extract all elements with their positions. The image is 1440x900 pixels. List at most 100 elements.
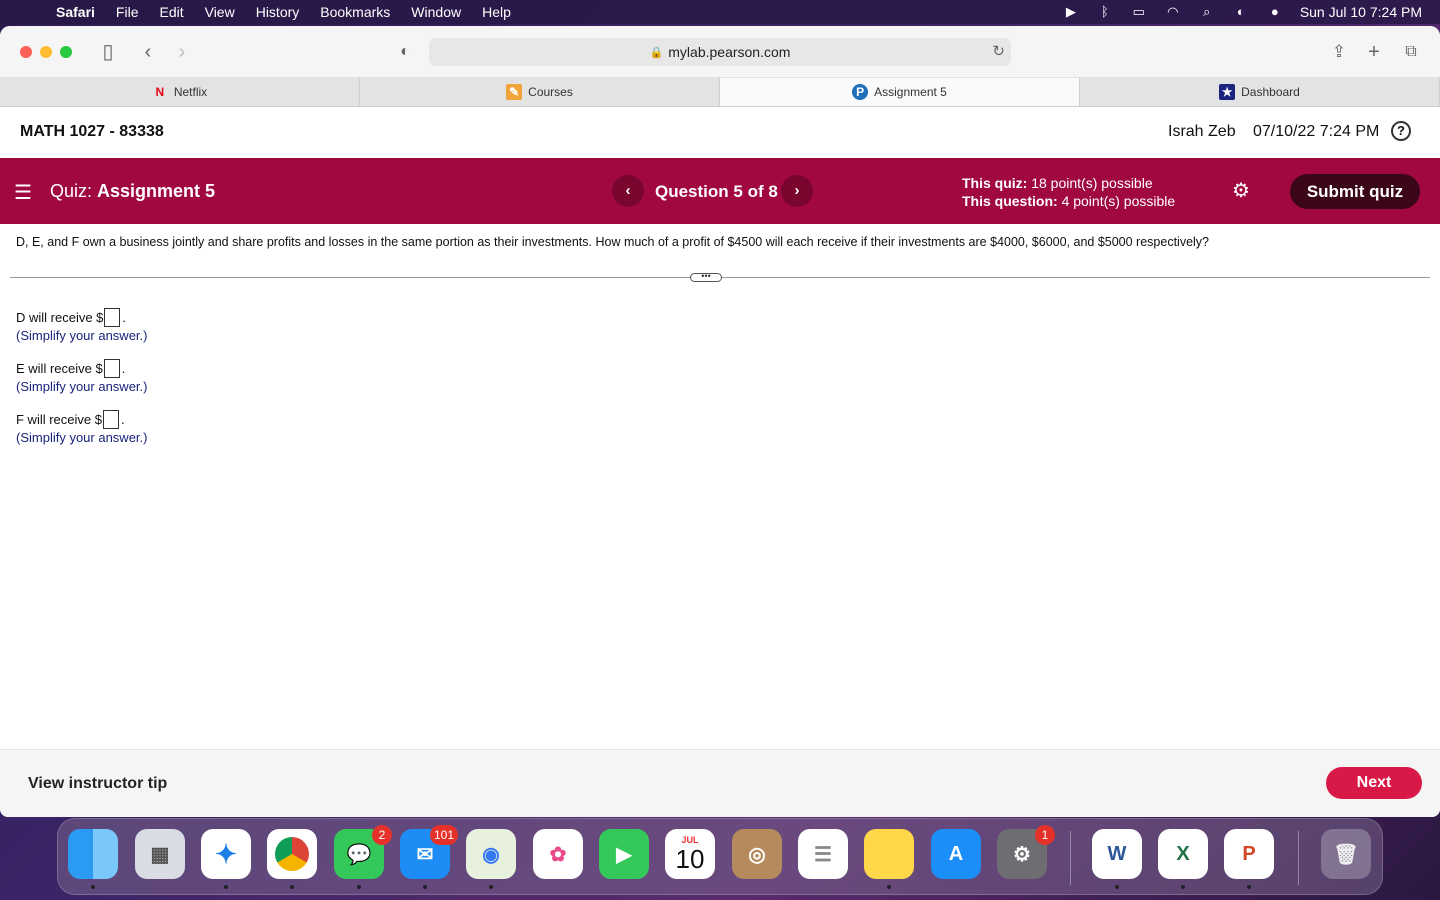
sidebar-icon[interactable]: ▯ (96, 40, 120, 64)
zoom-window-button[interactable] (60, 46, 72, 58)
divider-drag-handle[interactable]: ••• (690, 272, 722, 282)
dashboard-icon: ★ (1219, 84, 1236, 100)
mail-icon[interactable]: ✉ 101 (400, 825, 458, 889)
quiz-label: Quiz: (50, 181, 93, 201)
answer-f-suffix: . (120, 411, 125, 427)
answer-f-label: F will receive $ (16, 411, 102, 427)
help-icon[interactable]: ? (1391, 121, 1411, 141)
quiz-footer: View instructor tip Next (0, 749, 1440, 817)
netflix-icon: N (155, 85, 165, 99)
current-datetime: 07/10/22 7:24 PM (1253, 123, 1380, 140)
quiz-bar: ☰ Quiz: Assignment 5 ‹ Question 5 of 8 ›… (0, 158, 1440, 224)
forward-icon[interactable]: › (170, 40, 194, 64)
window-controls (20, 46, 72, 58)
safari-window: ▯ ‹ › ◐ 🔒 mylab.pearson.com ↻ ⇪ + ⧉ N Ne… (0, 26, 1440, 817)
answer-d-suffix: . (122, 309, 127, 325)
url-text: mylab.pearson.com (668, 44, 791, 60)
battery-icon[interactable]: ▭ (1130, 5, 1148, 19)
contacts-icon[interactable]: ◎ (732, 829, 782, 879)
question-points: 4 point(s) possible (1061, 193, 1176, 209)
tab-bar: N Netflix ✎ Courses P Assignment 5 ★ Das… (0, 78, 1440, 107)
answer-e: E will receive $. (Simplify your answer.… (16, 358, 147, 394)
minimize-window-button[interactable] (40, 46, 52, 58)
points-info: This quiz: 18 point(s) possible This que… (962, 174, 1175, 210)
back-icon[interactable]: ‹ (136, 40, 160, 64)
previous-question-button[interactable]: ‹ (612, 175, 644, 207)
reload-icon[interactable]: ↻ (992, 42, 1005, 60)
tab-courses[interactable]: ✎ Courses (360, 78, 720, 106)
app-store-icon[interactable]: A (931, 829, 981, 879)
courses-icon: ✎ (506, 84, 523, 100)
answer-f-input[interactable] (102, 409, 119, 429)
menubar-clock[interactable]: Sun Jul 10 7:24 PM (1300, 4, 1422, 20)
tab-label: Courses (528, 85, 573, 99)
hamburger-menu-icon[interactable]: ☰ (14, 180, 32, 205)
menu-bookmarks[interactable]: Bookmarks (320, 4, 390, 20)
tab-assignment-5[interactable]: P Assignment 5 (720, 78, 1080, 106)
menu-bar: Safari File Edit View History Bookmarks … (0, 0, 1440, 24)
mail-badge: 101 (429, 825, 458, 845)
browser-toolbar: ▯ ‹ › ◐ 🔒 mylab.pearson.com ↻ ⇪ + ⧉ (0, 26, 1440, 78)
question-counter: Question 5 of 8 (655, 182, 778, 201)
instructor-tip-link[interactable]: View instructor tip (28, 775, 167, 793)
settings-badge: 1 (1035, 825, 1055, 845)
quiz-points: 18 point(s) possible (1031, 175, 1153, 191)
excel-icon[interactable]: X (1158, 829, 1208, 889)
bluetooth-icon[interactable]: ᛒ (1096, 5, 1114, 19)
tab-overview-icon[interactable]: ⧉ (1399, 40, 1423, 64)
gear-icon[interactable]: ⚙ (1232, 178, 1250, 203)
safari-icon[interactable]: ✦ (201, 829, 251, 889)
new-tab-icon[interactable]: + (1362, 40, 1386, 64)
answer-e-suffix: . (121, 360, 126, 376)
system-preferences-icon[interactable]: ⚙ 1 (997, 825, 1055, 879)
answer-e-input[interactable] (103, 358, 120, 378)
user-name: Israh Zeb (1168, 123, 1236, 140)
launchpad-icon[interactable]: ▦ (135, 829, 185, 879)
address-bar[interactable]: 🔒 mylab.pearson.com ↻ (429, 38, 1011, 66)
next-button[interactable]: Next (1326, 767, 1422, 799)
share-icon[interactable]: ⇪ (1327, 40, 1351, 64)
menu-file[interactable]: File (116, 4, 139, 20)
answer-d-input[interactable] (104, 307, 121, 327)
tab-netflix[interactable]: N Netflix (0, 78, 360, 106)
menu-history[interactable]: History (256, 4, 300, 20)
answer-f-hint: (Simplify your answer.) (16, 430, 148, 445)
privacy-shield-icon[interactable]: ◐ (393, 40, 417, 64)
calendar-icon[interactable]: JUL 10 (665, 829, 715, 879)
next-question-button[interactable]: › (781, 175, 813, 207)
close-window-button[interactable] (20, 46, 32, 58)
answer-e-hint: (Simplify your answer.) (16, 379, 148, 394)
tab-dashboard[interactable]: ★ Dashboard (1080, 78, 1440, 106)
control-center-icon[interactable]: ◐ (1232, 5, 1250, 19)
menu-edit[interactable]: Edit (159, 4, 183, 20)
play-icon[interactable]: ▶ (1062, 5, 1080, 19)
answer-d: D will receive $. (Simplify your answer.… (16, 307, 147, 343)
question-points-label: This question: (962, 193, 1058, 209)
menu-safari[interactable]: Safari (56, 4, 95, 20)
trash-icon[interactable]: 🗑 (1321, 829, 1371, 879)
word-icon[interactable]: W (1092, 829, 1142, 889)
menu-help[interactable]: Help (482, 4, 511, 20)
submit-quiz-button[interactable]: Submit quiz (1290, 174, 1420, 209)
maps-icon[interactable]: ◉ (466, 829, 516, 889)
facetime-icon[interactable]: ▶ (599, 829, 649, 879)
quiz-points-label: This quiz: (962, 175, 1028, 191)
quiz-title: Quiz: Assignment 5 (50, 181, 215, 202)
powerpoint-icon[interactable]: P (1224, 829, 1274, 889)
course-title: MATH 1027 - 83338 (20, 123, 164, 140)
messages-icon[interactable]: 💬 2 (334, 825, 392, 889)
dock-separator (1298, 831, 1299, 885)
search-icon[interactable]: ⌕ (1198, 5, 1216, 19)
question-text: D, E, and F own a business jointly and s… (16, 235, 1210, 249)
reminders-icon[interactable]: ☰ (798, 829, 848, 879)
menu-window[interactable]: Window (411, 4, 461, 20)
wifi-icon[interactable]: ◠ (1164, 5, 1182, 19)
siri-icon[interactable]: ● (1266, 5, 1284, 19)
notes-icon[interactable] (864, 829, 914, 889)
answer-d-hint: (Simplify your answer.) (16, 328, 148, 343)
menu-view[interactable]: View (205, 4, 235, 20)
tab-label: Dashboard (1241, 85, 1300, 99)
chrome-icon[interactable] (267, 829, 317, 889)
photos-icon[interactable]: ✿ (533, 829, 583, 879)
finder-icon[interactable] (68, 829, 118, 889)
